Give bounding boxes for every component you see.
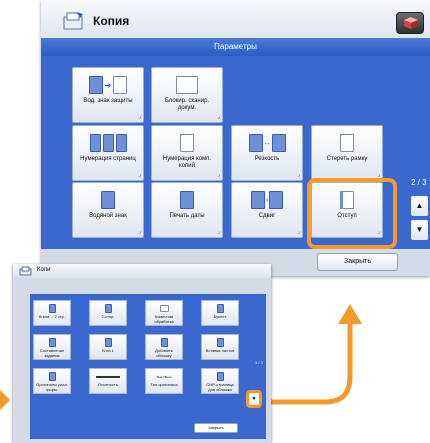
mini-tile-label: Комичная обработка (154, 314, 174, 324)
mixed-originals-icon (34, 371, 70, 382)
mini-tile-label: Плотность (98, 382, 118, 387)
previous-screen-thumbnail: Копи Книга→ 2 стр. 2-стор. Комичная обра… (13, 264, 271, 443)
mini-tile[interactable]: Книга→ 2 стр. (33, 300, 71, 326)
cover-icon (146, 337, 182, 348)
finishing-icon (146, 303, 182, 314)
mini-tile[interactable]: Плотность (89, 368, 127, 394)
job-build-icon (34, 337, 70, 348)
mini-tile-label: Тип оригинала (150, 382, 178, 387)
mini-header: Копи (13, 264, 271, 278)
mini-tile-label: Книга→ 2 стр. (39, 314, 65, 319)
mini-tile-label: N на 1 (102, 348, 114, 353)
mini-tile-label: Буклет (213, 314, 227, 319)
mini-page-indicator: 1 / 3 (255, 360, 263, 365)
original-type-icon: Текст/Фото (146, 371, 182, 382)
mini-grid: Книга→ 2 стр. 2-стор. Комичная обработка… (30, 294, 254, 439)
mini-tile[interactable]: Добавить обложку (145, 334, 183, 360)
mini-tile[interactable]: Составление задания (33, 334, 71, 360)
booklet-icon (202, 303, 238, 314)
mini-close-button[interactable]: Закрыть (194, 423, 238, 433)
insert-sheets-icon (202, 337, 238, 348)
mini-highlight (246, 390, 262, 408)
n-on-1-icon (90, 337, 126, 348)
copy-app-icon (19, 266, 32, 276)
duplex-icon (90, 303, 126, 314)
mini-tile[interactable]: Текст/Фото Тип оригинала (145, 368, 183, 394)
cover-page-icon (202, 371, 238, 382)
mini-title: Копи (37, 267, 51, 273)
mini-tile[interactable]: Буклет (201, 300, 239, 326)
mini-tile-label: Добавить обложку (155, 348, 173, 358)
book-icon (34, 303, 70, 314)
mini-tile[interactable]: 2-стор. (89, 300, 127, 326)
mini-tile-label: 2-стор. (101, 314, 115, 319)
mini-tile[interactable]: Комичная обработка (145, 300, 183, 326)
mini-tile-label: ОНР-страница для обложки (206, 382, 234, 392)
mini-tile-label: Оригиналы разл. форм. (36, 382, 68, 392)
mini-tile[interactable]: Оригиналы разл. форм. (33, 368, 71, 394)
mini-tile[interactable]: Вставка листов (201, 334, 239, 360)
mini-tile-label: Вставка листов (205, 348, 235, 353)
mini-tile[interactable]: ОНР-страница для обложки (201, 368, 239, 394)
mini-tile-label: Составление задания (39, 348, 65, 358)
mini-tile[interactable]: N на 1 (89, 334, 127, 360)
mini-scroll-rail (254, 294, 266, 439)
density-icon (90, 371, 126, 382)
original-type-value: Текст/Фото (156, 374, 172, 379)
